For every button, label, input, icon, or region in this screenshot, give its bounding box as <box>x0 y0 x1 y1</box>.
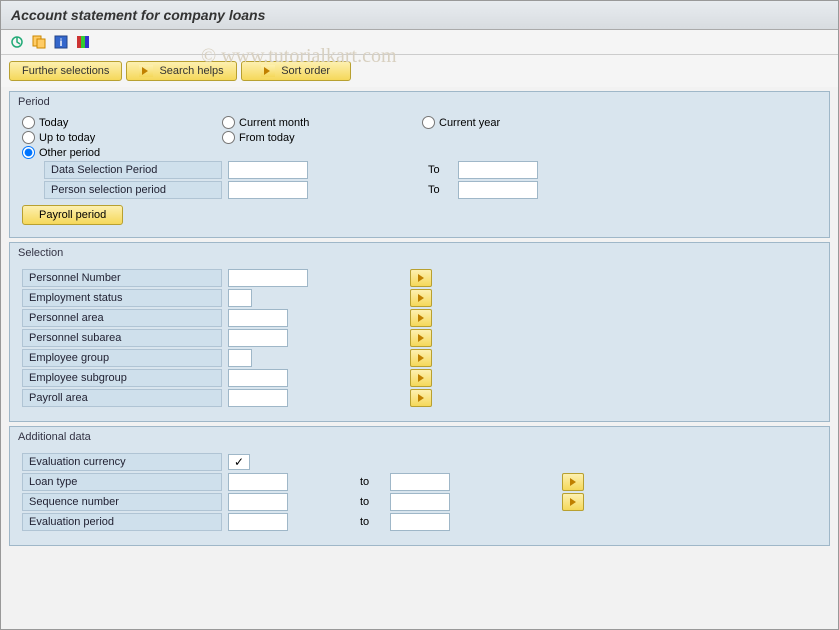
person-selection-period-label: Person selection period <box>44 181 222 199</box>
to-label: To <box>428 164 452 176</box>
radio-current-month[interactable]: Current month <box>222 116 382 129</box>
further-label: Further selections <box>22 65 109 77</box>
color-icon[interactable] <box>75 34 91 50</box>
action-buttons: Further selections Search helps Sort ord… <box>1 55 838 87</box>
radio-up-to-today[interactable]: Up to today <box>22 131 182 144</box>
arrow-right-icon <box>261 65 275 77</box>
loan-type-from-input[interactable] <box>228 473 288 491</box>
page-title: Account statement for company loans <box>1 1 838 30</box>
radio-other-period[interactable]: Other period <box>22 146 182 159</box>
personnel-number-label: Personnel Number <box>22 269 222 287</box>
additional-data-group: Additional data Evaluation currency ✓ Lo… <box>9 426 830 546</box>
svg-text:i: i <box>60 38 63 49</box>
app-toolbar: i <box>1 30 838 55</box>
personnel-area-input[interactable] <box>228 309 288 327</box>
arrow-right-icon <box>139 65 153 77</box>
sequence-to-input[interactable] <box>390 493 450 511</box>
employee-subgroup-label: Employee subgroup <box>22 369 222 387</box>
employment-status-label: Employment status <box>22 289 222 307</box>
sequence-number-multi-button[interactable] <box>562 493 584 511</box>
employment-status-input[interactable] <box>228 289 252 307</box>
loan-type-to-input[interactable] <box>390 473 450 491</box>
selection-title: Selection <box>12 245 827 261</box>
employee-group-input[interactable] <box>228 349 252 367</box>
selection-group: Selection Personnel Number Employment st… <box>9 242 830 422</box>
employment-status-multi-button[interactable] <box>410 289 432 307</box>
personnel-subarea-multi-button[interactable] <box>410 329 432 347</box>
payroll-area-label: Payroll area <box>22 389 222 407</box>
radio-current-year[interactable]: Current year <box>422 116 582 129</box>
period-title: Period <box>12 94 827 110</box>
person-selection-from-input[interactable] <box>228 181 308 199</box>
search-helps-button[interactable]: Search helps <box>126 61 236 81</box>
personnel-area-multi-button[interactable] <box>410 309 432 327</box>
data-selection-to-input[interactable] <box>458 161 538 179</box>
employee-subgroup-multi-button[interactable] <box>410 369 432 387</box>
sequence-from-input[interactable] <box>228 493 288 511</box>
period-group: Period Today Current month Current year … <box>9 91 830 238</box>
eval-period-to-input[interactable] <box>390 513 450 531</box>
radio-today[interactable]: Today <box>22 116 182 129</box>
payroll-area-multi-button[interactable] <box>410 389 432 407</box>
loan-type-multi-button[interactable] <box>562 473 584 491</box>
payroll-period-button[interactable]: Payroll period <box>22 205 123 225</box>
additional-title: Additional data <box>12 429 827 445</box>
personnel-subarea-label: Personnel subarea <box>22 329 222 347</box>
execute-icon[interactable] <box>9 34 25 50</box>
further-selections-button[interactable]: Further selections <box>9 61 122 81</box>
person-selection-to-input[interactable] <box>458 181 538 199</box>
employee-subgroup-input[interactable] <box>228 369 288 387</box>
loan-type-label: Loan type <box>22 473 222 491</box>
evaluation-currency-checkbox[interactable]: ✓ <box>228 454 250 470</box>
sequence-number-label: Sequence number <box>22 493 222 511</box>
evaluation-currency-label: Evaluation currency <box>22 453 222 471</box>
evaluation-period-label: Evaluation period <box>22 513 222 531</box>
personnel-number-multi-button[interactable] <box>410 269 432 287</box>
sort-label: Sort order <box>281 65 330 77</box>
radio-from-today[interactable]: From today <box>222 131 382 144</box>
to-label: To <box>428 184 452 196</box>
personnel-subarea-input[interactable] <box>228 329 288 347</box>
to-label: to <box>360 476 384 488</box>
personnel-number-input[interactable] <box>228 269 308 287</box>
info-icon[interactable]: i <box>53 34 69 50</box>
data-selection-period-label: Data Selection Period <box>44 161 222 179</box>
search-label: Search helps <box>159 65 223 77</box>
payroll-area-input[interactable] <box>228 389 288 407</box>
to-label: to <box>360 516 384 528</box>
to-label: to <box>360 496 384 508</box>
employee-group-label: Employee group <box>22 349 222 367</box>
data-selection-from-input[interactable] <box>228 161 308 179</box>
employee-group-multi-button[interactable] <box>410 349 432 367</box>
personnel-area-label: Personnel area <box>22 309 222 327</box>
eval-period-from-input[interactable] <box>228 513 288 531</box>
variant-icon[interactable] <box>31 34 47 50</box>
sort-order-button[interactable]: Sort order <box>241 61 351 81</box>
